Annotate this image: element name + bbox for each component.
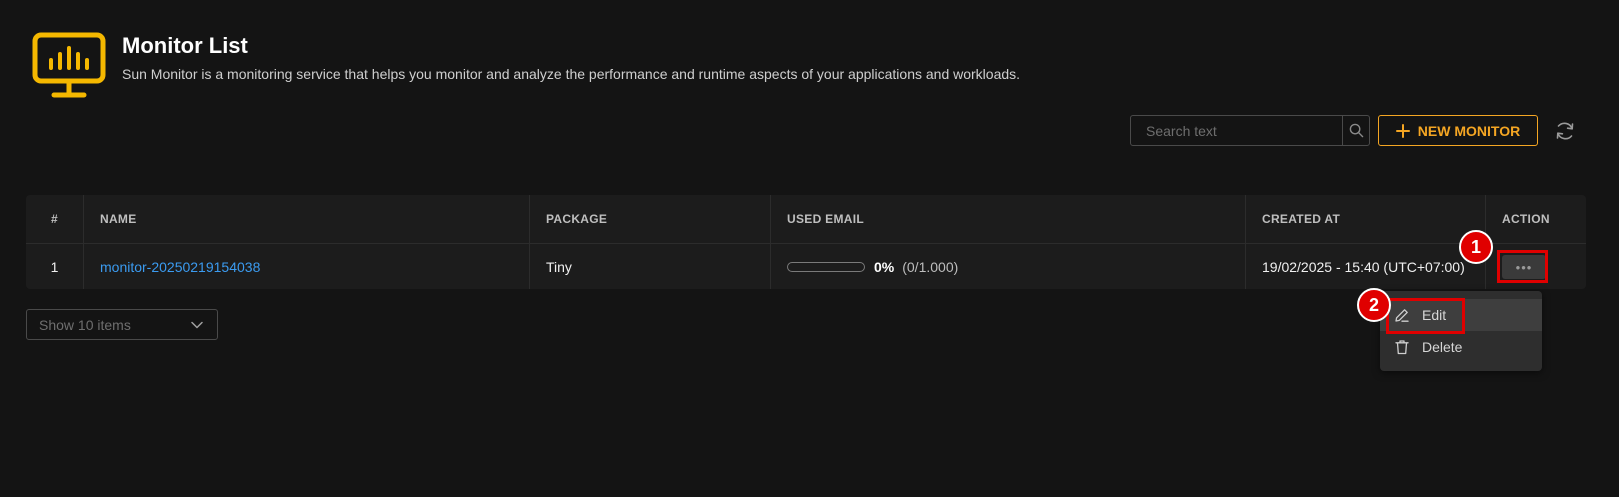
new-monitor-label: NEW MONITOR: [1417, 122, 1521, 139]
monitor-table: # NAME PACKAGE USED EMAIL CREATED AT ACT…: [26, 195, 1586, 289]
table-row: 1 monitor-2025021915403​8 Tiny 0% (0/1.0…: [26, 244, 1586, 289]
monitor-list-page: Monitor List Sun Monitor is a monitoring…: [0, 0, 1619, 497]
used-email-ratio: (0/1.000): [902, 258, 959, 275]
search-icon: [1349, 123, 1363, 138]
page-title: Monitor List: [122, 33, 248, 58]
column-header-name[interactable]: NAME: [84, 195, 530, 243]
menu-item-delete-label: Delete: [1422, 339, 1463, 355]
trash-icon: [1395, 340, 1409, 355]
column-header-action: ACTION: [1502, 212, 1550, 226]
column-header-package[interactable]: PACKAGE: [530, 195, 771, 243]
search-input[interactable]: [1131, 116, 1342, 145]
step-1-highlight-box: [1497, 250, 1548, 283]
page-size-select[interactable]: Show 10 items: [26, 309, 218, 340]
monitor-chart-icon: [32, 32, 106, 98]
search-box: [1130, 115, 1370, 146]
plus-icon: [1395, 123, 1410, 138]
new-monitor-button[interactable]: NEW MONITOR: [1378, 115, 1538, 146]
step-2-highlight-box: [1386, 298, 1465, 334]
used-email-cell: 0% (0/1.000): [771, 244, 1246, 289]
column-header-created-at[interactable]: CREATED AT: [1246, 195, 1486, 243]
used-email-percent: 0%: [874, 258, 895, 275]
page-size-label: Show 10 items: [39, 316, 131, 333]
step-marker-1: 1: [1459, 230, 1493, 264]
monitor-name-cell: monitor-2025021915403​8: [84, 244, 530, 289]
search-button[interactable]: [1342, 116, 1369, 145]
row-index: 1: [26, 244, 84, 289]
column-header-index: #: [26, 195, 84, 243]
step-marker-2: 2: [1357, 288, 1391, 322]
page-subtitle: Sun Monitor is a monitoring service that…: [122, 66, 1021, 82]
created-at-cell: 19/02/2025 - 15:40 (UTC+07:00): [1246, 244, 1486, 289]
package-cell: Tiny: [530, 244, 771, 289]
monitor-name-link[interactable]: monitor-2025021915403​8: [100, 259, 260, 275]
used-email-progress-bar: [787, 261, 865, 272]
table-header-row: # NAME PACKAGE USED EMAIL CREATED AT ACT…: [26, 195, 1586, 244]
refresh-icon[interactable]: [1553, 119, 1577, 143]
column-header-used-email[interactable]: USED EMAIL: [771, 195, 1246, 243]
menu-item-delete[interactable]: Delete: [1380, 331, 1542, 363]
chevron-down-icon: [191, 321, 203, 328]
